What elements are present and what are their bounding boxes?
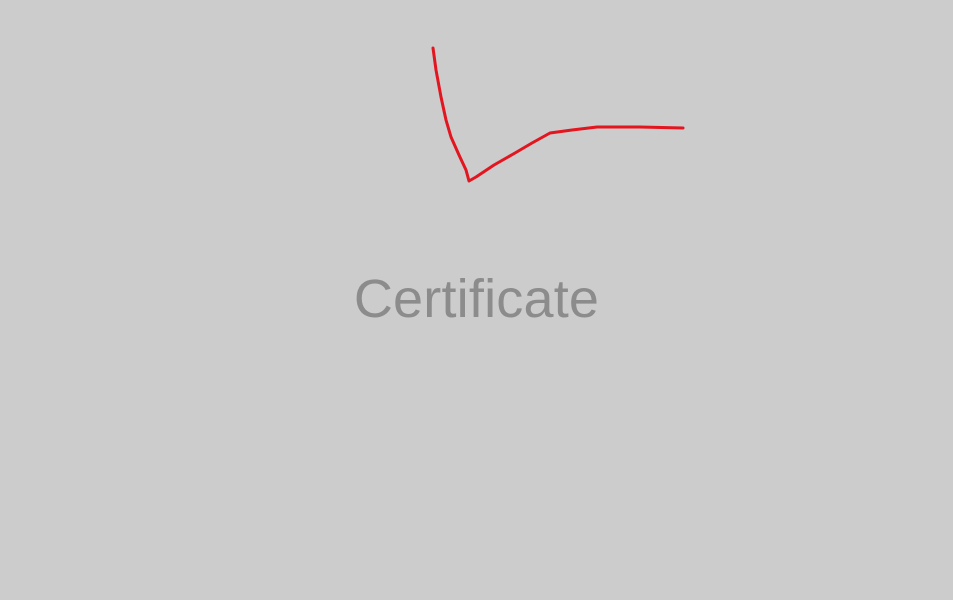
checkmark-stroke <box>431 46 685 183</box>
certificate-canvas: Certificate <box>0 0 953 600</box>
certificate-title: Certificate <box>353 269 600 329</box>
